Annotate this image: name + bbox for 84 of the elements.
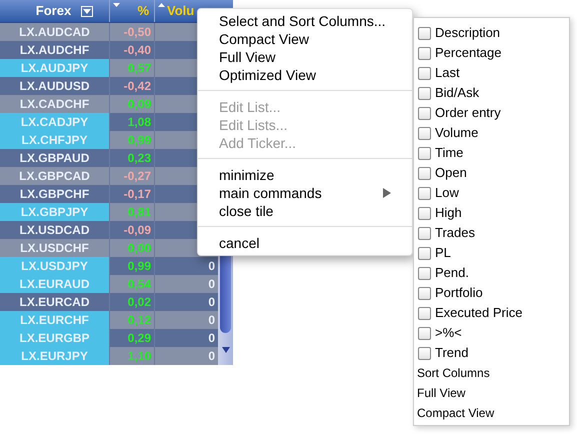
symbol-cell: LX.CHFJPY [0, 131, 110, 149]
percent-change: 0,12 [128, 312, 151, 329]
checkbox[interactable] [418, 126, 431, 140]
checkbox-label[interactable]: Percentage [435, 43, 502, 63]
checkbox-label[interactable]: Volume [435, 123, 478, 143]
checkbox-label[interactable]: Open [435, 163, 467, 183]
checkbox-label[interactable]: Trades [435, 223, 475, 243]
percent-change: 0,29 [128, 330, 151, 347]
checkbox-label[interactable]: PL [435, 243, 451, 263]
symbol-cell: LX.USDJPY [0, 257, 110, 275]
percent-change: 0,81 [128, 204, 151, 221]
checkbox-label[interactable]: Order entry [435, 103, 501, 123]
checkbox-label[interactable]: Executed Price [435, 303, 522, 323]
percent-change: -0,17 [124, 186, 151, 203]
volume-cell-text: 0 [208, 258, 215, 275]
checkbox[interactable] [418, 206, 431, 220]
checkbox-label[interactable]: High [435, 203, 462, 223]
percent-change: -0,50 [124, 24, 151, 41]
menu-item[interactable]: Full View [198, 48, 412, 66]
menu-item[interactable]: Compact View [414, 403, 569, 423]
percent-change: 0,00 [128, 240, 151, 257]
column-header[interactable]: Forex [16, 1, 72, 21]
symbol-cell: LX.EURGBP [0, 329, 110, 347]
scroll-down-icon[interactable] [222, 347, 230, 353]
checkbox-label[interactable]: Last [435, 63, 460, 83]
checkbox[interactable] [418, 266, 431, 280]
menu-item[interactable]: Compact View [198, 30, 412, 48]
symbol-cell: LX.EURCHF [0, 311, 110, 329]
percent-change: 0,99 [128, 132, 151, 149]
volume-cell-text: 0 [208, 330, 215, 347]
menu-item[interactable]: Sort Columns [414, 363, 569, 383]
symbol-cell: LX.EURAUD [0, 275, 110, 293]
symbol-cell: LX.GBPJPY [0, 203, 110, 221]
sort-down-icon [113, 3, 120, 7]
checkbox[interactable] [418, 286, 431, 300]
checkbox-label[interactable]: Low [435, 183, 459, 203]
symbol-cell: LX.AUDJPY [0, 59, 110, 77]
percent-change: -0,27 [124, 168, 151, 185]
percent-change: 0,09 [128, 96, 151, 113]
sort-up-icon [158, 3, 165, 7]
checkbox[interactable] [418, 246, 431, 260]
checkbox[interactable] [418, 26, 431, 40]
percent-change: 0,23 [128, 150, 151, 167]
percent-change: 0,99 [128, 258, 151, 275]
percent-change: 0,57 [128, 60, 151, 77]
menu-item[interactable]: close tile [198, 202, 412, 220]
checkbox-label[interactable]: Pend. [435, 263, 469, 283]
checkbox[interactable] [418, 346, 431, 360]
dropdown-icon[interactable] [81, 6, 94, 16]
menu-item[interactable]: Optimized View [198, 66, 412, 84]
percent-change: -0,42 [124, 78, 151, 95]
volume-cell-text: 0 [208, 276, 215, 293]
checkbox-label[interactable]: Time [435, 143, 464, 163]
menu-item[interactable]: minimize [198, 166, 412, 184]
checkbox[interactable] [418, 66, 431, 80]
menu-item[interactable]: Select and Sort Columns... [198, 12, 412, 30]
checkbox-label[interactable]: Portfolio [435, 283, 483, 303]
percent-change: 1,10 [128, 348, 151, 365]
volume-cell-text: 0 [208, 294, 215, 311]
checkbox[interactable] [418, 306, 431, 320]
symbol-cell: LX.EURJPY [0, 347, 110, 365]
checkbox-label[interactable]: Trend [435, 343, 468, 363]
checkbox[interactable] [418, 226, 431, 240]
checkbox[interactable] [418, 86, 431, 100]
checkbox-label[interactable]: Description [435, 23, 500, 43]
menu-item[interactable]: cancel [198, 234, 412, 252]
checkbox[interactable] [418, 46, 431, 60]
percent-change: 0,54 [128, 276, 151, 293]
checkbox[interactable] [418, 146, 431, 160]
checkbox-label[interactable]: Bid/Ask [435, 83, 480, 103]
menu-item[interactable]: main commands [198, 184, 412, 202]
percent-change: -0,40 [124, 42, 151, 59]
symbol-cell: LX.CADJPY [0, 113, 110, 131]
menu-item[interactable]: Full View [414, 383, 569, 403]
checkbox[interactable] [418, 106, 431, 120]
percent-change: 1,08 [128, 114, 151, 131]
checkbox[interactable] [418, 166, 431, 180]
checkbox[interactable] [418, 326, 431, 340]
percent-change: 0,02 [128, 294, 151, 311]
percent-change: -0,09 [124, 222, 151, 239]
volume-cell-text: 0 [208, 312, 215, 329]
checkbox-label[interactable]: >%< [435, 323, 462, 343]
volume-cell-text: 0 [208, 348, 215, 365]
checkbox[interactable] [418, 186, 431, 200]
